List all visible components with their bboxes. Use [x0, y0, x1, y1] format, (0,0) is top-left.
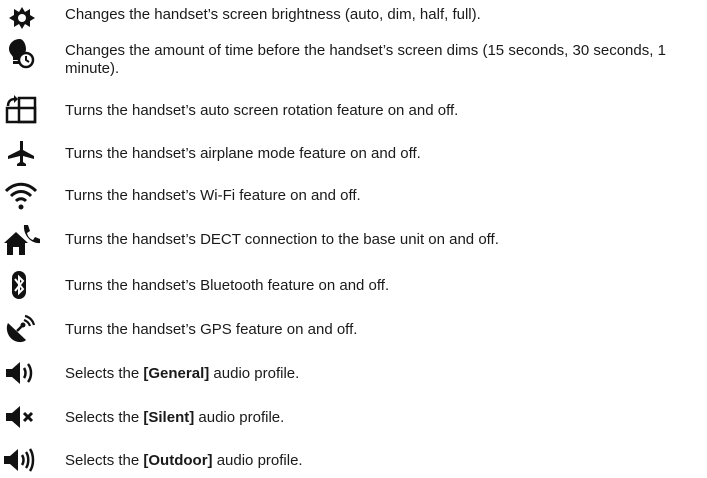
- row-text: Turns the handset’s Bluetooth feature on…: [65, 277, 390, 294]
- audio-outdoor-icon: [2, 444, 42, 476]
- audio-general-icon: [2, 357, 42, 389]
- row-text: Selects the [Silent] audio profile.: [65, 409, 285, 426]
- wifi-icon: [2, 179, 42, 211]
- row-text: Turns the handset’s auto screen rotation…: [65, 102, 459, 119]
- row-text: Selects the [General] audio profile.: [65, 365, 300, 382]
- row-text: Turns the handset’s DECT connection to t…: [65, 231, 499, 248]
- dect-icon: [2, 223, 42, 255]
- row-text: Turns the handset’s Wi-Fi feature on and…: [65, 187, 361, 204]
- row-text: Turns the handset’s GPS feature on and o…: [65, 321, 358, 338]
- auto-rotate-icon: [2, 94, 42, 126]
- row-text: Selects the [Outdoor] audio profile.: [65, 452, 303, 469]
- brightness-icon: [2, 3, 42, 35]
- audio-silent-icon: [2, 401, 42, 433]
- gps-icon: [2, 313, 42, 345]
- row-text: Changes the amount of time before the ha…: [65, 42, 666, 77]
- row-text: Turns the handset’s airplane mode featur…: [65, 145, 421, 162]
- airplane-icon: [2, 137, 42, 169]
- bluetooth-icon: [2, 269, 42, 301]
- row-text: Changes the handset’s screen brightness …: [65, 6, 481, 23]
- screen-timeout-icon: [2, 37, 42, 69]
